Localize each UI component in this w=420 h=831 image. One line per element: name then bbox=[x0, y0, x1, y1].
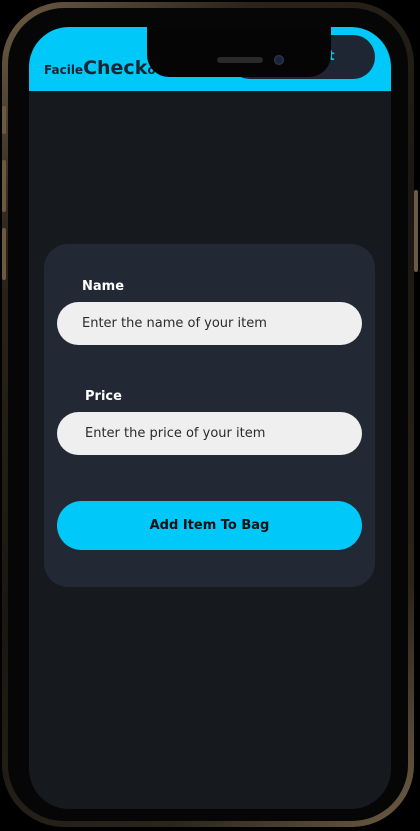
phone-notch bbox=[147, 27, 331, 77]
name-label: Name bbox=[82, 279, 125, 294]
logo-main: Check bbox=[83, 57, 148, 79]
logo-prefix: Facile bbox=[44, 63, 84, 77]
mute-switch bbox=[2, 106, 6, 134]
item-name-input[interactable] bbox=[57, 302, 362, 345]
volume-up-button bbox=[2, 160, 6, 212]
add-item-form: Name Price Add Item To Bag bbox=[44, 244, 375, 587]
price-label: Price bbox=[85, 389, 122, 404]
power-button bbox=[414, 190, 418, 272]
item-price-input[interactable] bbox=[57, 412, 362, 455]
app-screen: FacileCheckout checkout Name Price Add I… bbox=[29, 27, 391, 809]
speaker-grille bbox=[217, 57, 263, 63]
volume-down-button bbox=[2, 228, 6, 280]
front-camera-icon bbox=[274, 55, 284, 65]
add-item-button[interactable]: Add Item To Bag bbox=[57, 501, 362, 550]
